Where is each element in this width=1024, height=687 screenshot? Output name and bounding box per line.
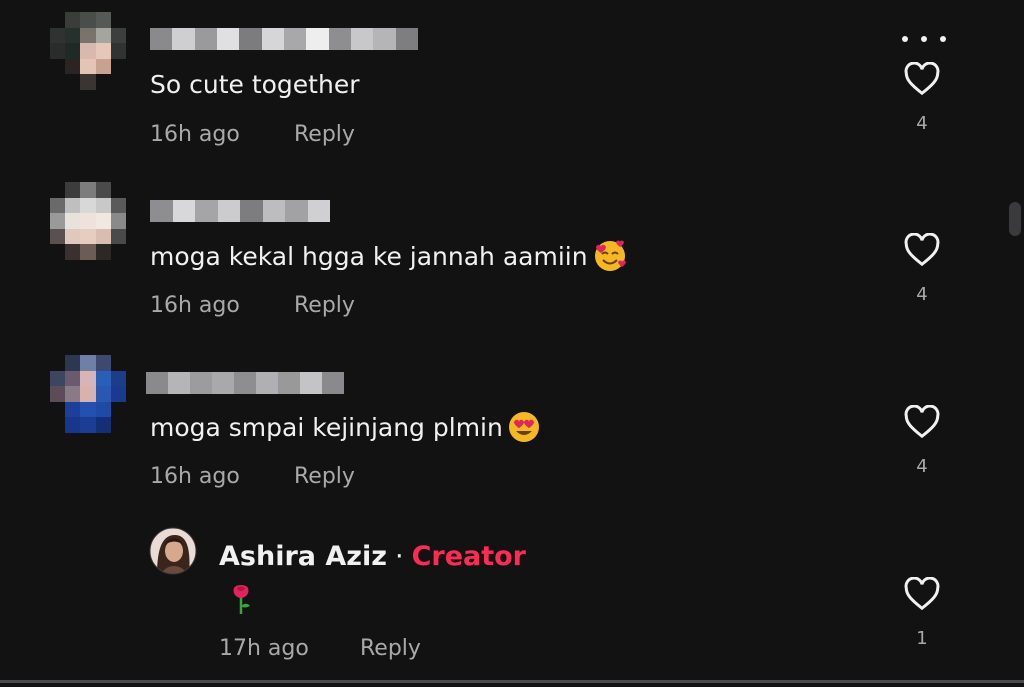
comment-time: 16h ago: [150, 122, 240, 147]
scrollbar-thumb[interactable]: [1009, 202, 1021, 236]
comment-time: 16h ago: [150, 464, 240, 489]
avatar[interactable]: [50, 182, 126, 260]
comment-text: moga kekal hgga ke jannah aamiin: [150, 238, 628, 274]
like-button[interactable]: [902, 577, 942, 611]
username-blurred[interactable]: [150, 200, 330, 222]
heart-icon: [904, 233, 940, 267]
more-options-button[interactable]: [902, 30, 946, 48]
name-separator: ·: [394, 540, 404, 572]
comment-time: 16h ago: [150, 293, 240, 318]
heart-icon: [904, 405, 940, 439]
creator-badge: Creator: [411, 540, 526, 572]
dot-icon: [921, 36, 927, 42]
comments-panel: So cute together 16h ago Reply 4 moga ke…: [0, 0, 1024, 687]
rose-icon: [233, 585, 250, 614]
like-count: 1: [916, 628, 928, 649]
reply-button[interactable]: Reply: [294, 464, 355, 489]
username-blurred[interactable]: [146, 372, 344, 394]
like-button[interactable]: [902, 62, 942, 96]
like-count: 4: [916, 113, 928, 134]
comment-time: 17h ago: [219, 636, 309, 661]
comment-text: So cute together: [150, 69, 360, 99]
dot-icon: [902, 36, 908, 42]
comment-text: moga smpai kejinjang plmin: [150, 409, 541, 445]
divider: [0, 680, 1024, 683]
creator-name-row: Ashira Aziz · Creator: [219, 536, 526, 576]
creator-name[interactable]: Ashira Aziz: [219, 541, 387, 572]
like-count: 4: [916, 456, 928, 477]
comment-text-content: moga kekal hgga ke jannah aamiin: [150, 241, 588, 271]
like-button[interactable]: [902, 405, 942, 439]
reply-button[interactable]: Reply: [294, 293, 355, 318]
smiling-face-with-hearts-icon: [594, 240, 626, 271]
dot-icon: [940, 36, 946, 42]
reply-button[interactable]: Reply: [294, 122, 355, 147]
like-count: 4: [916, 284, 928, 305]
username-blurred[interactable]: [150, 28, 418, 50]
avatar[interactable]: [149, 527, 197, 575]
avatar[interactable]: [50, 355, 126, 433]
heart-eyes-icon: [508, 412, 539, 442]
heart-icon: [904, 577, 940, 611]
reply-button[interactable]: Reply: [360, 636, 421, 661]
like-button[interactable]: [902, 233, 942, 267]
comment-text-content: moga smpai kejinjang plmin: [150, 412, 503, 442]
heart-icon: [904, 62, 940, 96]
avatar[interactable]: [50, 12, 126, 90]
